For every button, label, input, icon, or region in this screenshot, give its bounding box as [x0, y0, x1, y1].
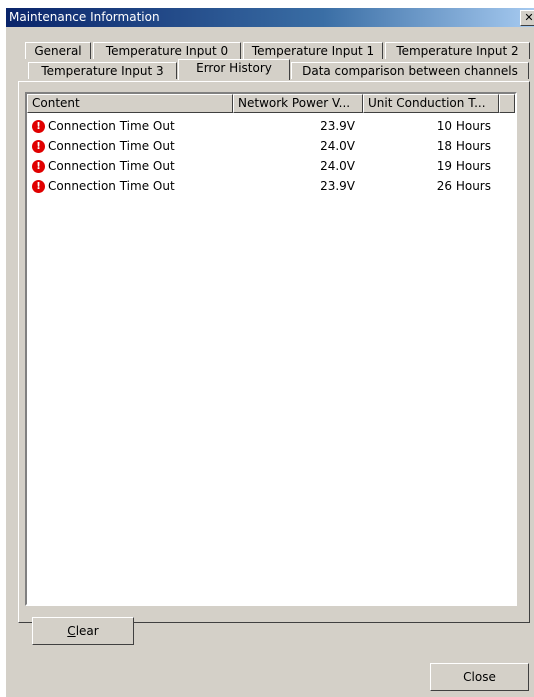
table-row[interactable]: ! Connection Time Out 24.0V 19 Hours — [27, 157, 515, 177]
clear-label: lear — [75, 624, 99, 638]
error-icon: ! — [32, 180, 45, 193]
row-time: 19 Hours — [436, 159, 491, 173]
tab-temperature-input-1[interactable]: Temperature Input 1 — [243, 42, 383, 59]
row-voltage: 24.0V — [320, 159, 355, 173]
close-icon[interactable]: ✕ — [520, 10, 534, 26]
error-icon: ! — [32, 120, 45, 133]
error-history-list[interactable]: Content Network Power V... Unit Conducti… — [25, 92, 517, 606]
tab-temperature-input-3[interactable]: Temperature Input 3 — [28, 62, 177, 79]
row-time: 26 Hours — [436, 179, 491, 193]
tab-data-comparison[interactable]: Data comparison between channels — [291, 62, 529, 79]
table-row[interactable]: ! Connection Time Out 23.9V 26 Hours — [27, 177, 515, 197]
error-icon: ! — [32, 160, 45, 173]
column-header-filler — [499, 94, 515, 113]
error-icon: ! — [32, 140, 45, 153]
clear-mnemonic: C — [67, 624, 76, 638]
column-header-content[interactable]: Content — [27, 94, 233, 113]
column-header-unit-conduction[interactable]: Unit Conduction T... — [363, 94, 499, 113]
tab-error-history[interactable]: Error History — [178, 59, 290, 80]
tab-temperature-input-2[interactable]: Temperature Input 2 — [385, 42, 530, 59]
row-content: Connection Time Out — [48, 159, 175, 173]
column-header-network-power[interactable]: Network Power V... — [233, 94, 363, 113]
row-voltage: 23.9V — [320, 179, 355, 193]
close-button[interactable]: Close — [430, 663, 529, 691]
row-content: Connection Time Out — [48, 179, 175, 193]
tab-general[interactable]: General — [25, 42, 91, 59]
row-content: Connection Time Out — [48, 139, 175, 153]
row-content: Connection Time Out — [48, 119, 175, 133]
row-time: 10 Hours — [436, 119, 491, 133]
title-bar[interactable]: Maintenance Information ✕ — [6, 8, 534, 27]
window-title: Maintenance Information — [9, 10, 160, 24]
row-voltage: 23.9V — [320, 119, 355, 133]
clear-button[interactable]: Clear — [32, 617, 134, 645]
tab-temperature-input-0[interactable]: Temperature Input 0 — [93, 42, 241, 59]
table-row[interactable]: ! Connection Time Out 23.9V 10 Hours — [27, 117, 515, 137]
row-time: 18 Hours — [436, 139, 491, 153]
table-row[interactable]: ! Connection Time Out 24.0V 18 Hours — [27, 137, 515, 157]
row-voltage: 24.0V — [320, 139, 355, 153]
